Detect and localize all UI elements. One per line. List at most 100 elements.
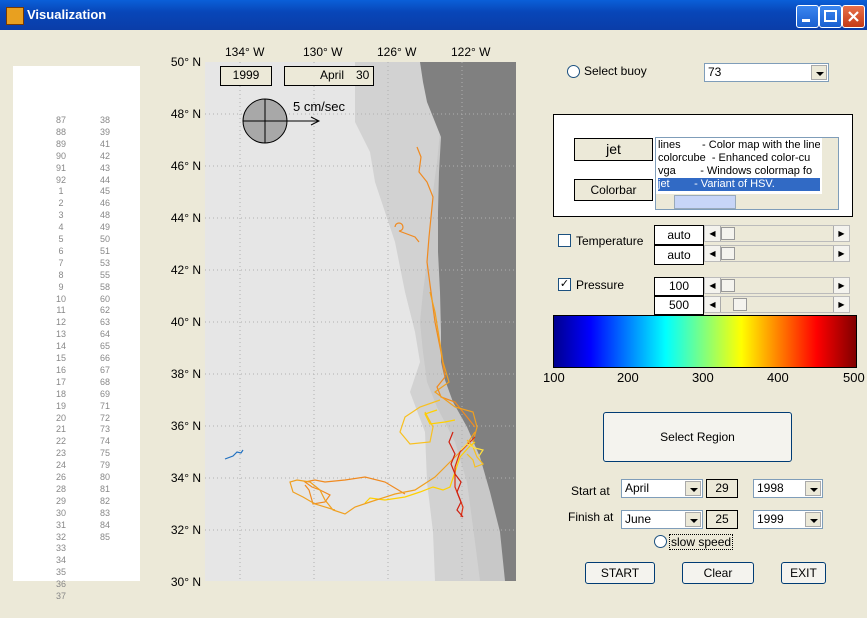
temperature-max-slider[interactable]: ◀ ▶ <box>704 245 850 262</box>
buoy-id[interactable]: 84 <box>95 520 115 530</box>
buoy-id[interactable]: 21 <box>51 424 71 434</box>
buoy-id[interactable]: 66 <box>95 353 115 363</box>
arrow-left-icon[interactable]: ◀ <box>705 278 721 293</box>
buoy-id[interactable]: 65 <box>95 341 115 351</box>
list-item[interactable]: vga - Windows colormap fo <box>658 165 820 178</box>
buoy-id[interactable]: 75 <box>95 448 115 458</box>
buoy-id[interactable]: 31 <box>51 520 71 530</box>
buoy-id[interactable]: 83 <box>95 508 115 518</box>
buoy-id[interactable]: 9 <box>51 282 71 292</box>
pressure-max-input[interactable]: 500 <box>654 296 704 315</box>
buoy-id[interactable]: 7 <box>51 258 71 268</box>
finish-month-select[interactable]: June <box>621 510 703 529</box>
buoy-id[interactable]: 11 <box>51 305 71 315</box>
buoy-id[interactable]: 71 <box>95 401 115 411</box>
buoy-id[interactable]: 72 <box>95 413 115 423</box>
buoy-id[interactable]: 92 <box>51 175 71 185</box>
buoy-id[interactable]: 45 <box>95 186 115 196</box>
buoy-id[interactable]: 36 <box>51 579 71 589</box>
arrow-right-icon[interactable]: ▶ <box>833 297 849 312</box>
buoy-id[interactable]: 90 <box>51 151 71 161</box>
select-buoy-radio[interactable] <box>567 65 580 78</box>
buoy-id[interactable]: 43 <box>95 163 115 173</box>
buoy-id[interactable]: 6 <box>51 246 71 256</box>
buoy-id[interactable]: 85 <box>95 532 115 542</box>
buoy-id[interactable]: 15 <box>51 353 71 363</box>
list-item[interactable]: colorcube - Enhanced color-cu <box>658 152 820 165</box>
arrow-left-icon[interactable]: ◀ <box>705 297 721 312</box>
buoy-select[interactable]: 73 <box>704 63 829 82</box>
buoy-id[interactable]: 14 <box>51 341 71 351</box>
slow-speed-radio[interactable] <box>654 535 667 548</box>
arrow-left-icon[interactable]: ◀ <box>705 226 721 241</box>
start-year-select[interactable]: 1998 <box>753 479 823 498</box>
buoy-id[interactable]: 82 <box>95 496 115 506</box>
select-region-button[interactable]: Select Region <box>603 412 792 462</box>
buoy-id[interactable]: 10 <box>51 294 71 304</box>
buoy-id[interactable]: 26 <box>51 472 71 482</box>
buoy-id[interactable]: 68 <box>95 377 115 387</box>
temperature-min-input[interactable]: auto <box>654 225 704 245</box>
buoy-id[interactable]: 88 <box>51 127 71 137</box>
buoy-id[interactable]: 8 <box>51 270 71 280</box>
buoy-id[interactable]: 51 <box>95 246 115 256</box>
exit-button[interactable]: EXIT <box>781 562 826 584</box>
maximize-button[interactable] <box>819 5 842 28</box>
buoy-id[interactable]: 55 <box>95 270 115 280</box>
list-item-selected[interactable]: jet - Variant of HSV. <box>658 178 820 191</box>
buoy-id[interactable]: 16 <box>51 365 71 375</box>
buoy-id[interactable]: 30 <box>51 508 71 518</box>
buoy-id[interactable]: 89 <box>51 139 71 149</box>
arrow-right-icon[interactable]: ▶ <box>833 246 849 261</box>
buoy-id[interactable]: 19 <box>51 401 71 411</box>
buoy-id[interactable]: 35 <box>51 567 71 577</box>
buoy-id[interactable]: 33 <box>51 543 71 553</box>
buoy-id[interactable]: 23 <box>51 448 71 458</box>
buoy-id[interactable]: 28 <box>51 484 71 494</box>
finish-year-select[interactable]: 1999 <box>753 510 823 529</box>
buoy-id[interactable]: 49 <box>95 222 115 232</box>
buoy-id[interactable]: 48 <box>95 210 115 220</box>
buoy-id[interactable]: 1 <box>51 186 71 196</box>
buoy-id[interactable]: 62 <box>95 305 115 315</box>
buoy-id[interactable]: 38 <box>95 115 115 125</box>
buoy-id[interactable]: 17 <box>51 377 71 387</box>
buoy-id[interactable]: 32 <box>51 532 71 542</box>
buoy-id[interactable]: 60 <box>95 294 115 304</box>
clear-button[interactable]: Clear <box>682 562 754 584</box>
buoy-id[interactable]: 74 <box>95 436 115 446</box>
pressure-checkbox[interactable]: ✓ <box>558 278 571 291</box>
buoy-id[interactable]: 5 <box>51 234 71 244</box>
pressure-min-slider[interactable]: ◀ ▶ <box>704 277 850 294</box>
trajectory-map[interactable] <box>205 62 516 581</box>
buoy-id[interactable]: 80 <box>95 472 115 482</box>
arrow-left-icon[interactable]: ◀ <box>705 246 721 261</box>
buoy-id[interactable]: 2 <box>51 198 71 208</box>
buoy-id[interactable]: 50 <box>95 234 115 244</box>
temperature-checkbox[interactable] <box>558 234 571 247</box>
buoy-id[interactable]: 73 <box>95 424 115 434</box>
buoy-id[interactable]: 24 <box>51 460 71 470</box>
buoy-id[interactable]: 29 <box>51 496 71 506</box>
buoy-id[interactable]: 81 <box>95 484 115 494</box>
buoy-id[interactable]: 3 <box>51 210 71 220</box>
buoy-id[interactable]: 64 <box>95 329 115 339</box>
buoy-id[interactable]: 37 <box>51 591 71 601</box>
buoy-id[interactable]: 41 <box>95 139 115 149</box>
arrow-right-icon[interactable]: ▶ <box>833 226 849 241</box>
list-item[interactable]: lines - Color map with the line <box>658 139 820 152</box>
buoy-id[interactable]: 42 <box>95 151 115 161</box>
start-month-select[interactable]: April <box>621 479 703 498</box>
buoy-id[interactable]: 53 <box>95 258 115 268</box>
pressure-min-input[interactable]: 100 <box>654 277 704 296</box>
buoy-id[interactable]: 91 <box>51 163 71 173</box>
buoy-id[interactable]: 46 <box>95 198 115 208</box>
close-button[interactable] <box>842 5 865 28</box>
buoy-id[interactable]: 34 <box>51 555 71 565</box>
buoy-id[interactable]: 67 <box>95 365 115 375</box>
buoy-id[interactable]: 20 <box>51 413 71 423</box>
temperature-min-slider[interactable]: ◀ ▶ <box>704 225 850 242</box>
colormap-listbox[interactable]: lines - Color map with the line colorcub… <box>655 137 839 210</box>
start-button[interactable]: START <box>585 562 655 584</box>
start-day-input[interactable]: 29 <box>706 479 738 498</box>
